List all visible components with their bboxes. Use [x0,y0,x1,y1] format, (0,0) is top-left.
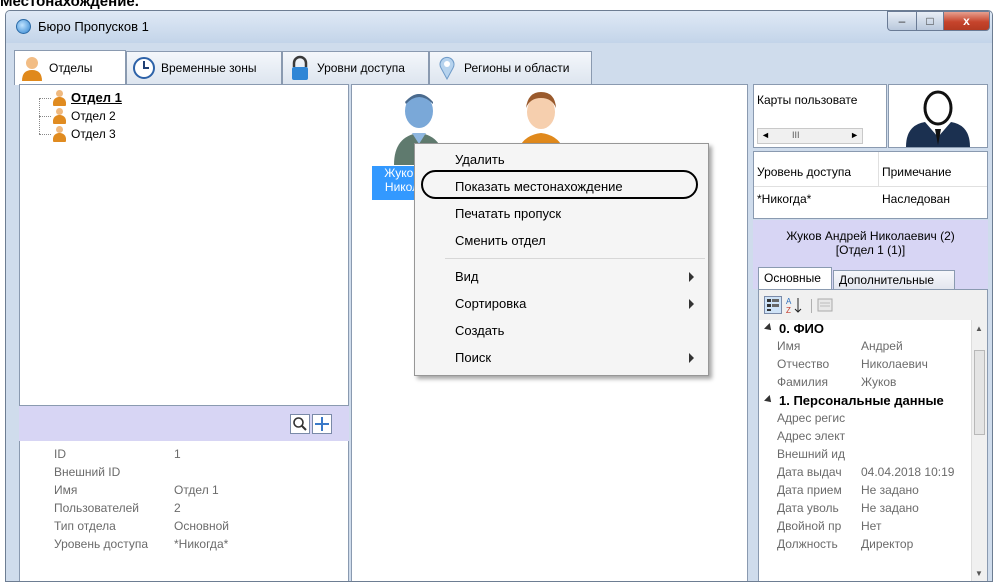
user-photo[interactable] [888,84,988,148]
user-name: Жуков Андрей Николаевич (2) [786,229,955,243]
sort-az-icon: AZ [786,297,802,315]
table-cell: Наследован [882,192,950,206]
search-button[interactable] [290,414,310,434]
menu-item-sort[interactable]: Сортировка [415,291,708,317]
search-icon [293,417,307,431]
tree-line [39,134,51,135]
app-icon [16,19,31,34]
property-pages-button[interactable] [817,297,833,313]
close-button[interactable]: x [943,11,990,31]
minimize-button[interactable]: – [887,11,917,31]
window-title: Бюро Пропусков 1 [38,19,149,34]
scroll-right-icon[interactable]: ► [850,130,859,140]
sort-alphabetical-button[interactable]: AZ [786,296,804,315]
property-grid-body[interactable]: 0. ФИО Имя Андрей Отчество Николаевич Фами… [759,320,971,581]
menu-item-search[interactable]: Поиск [415,345,708,371]
scroll-down-icon[interactable]: ▼ [975,569,983,578]
tree-line [39,116,51,117]
vertical-scrollbar[interactable]: ▲ ▼ [971,320,987,581]
property-row[interactable]: Должность Директор [759,537,967,555]
menu-item-print-pass[interactable]: Печатать пропуск [415,201,708,227]
scroll-thumb[interactable]: III [792,130,800,140]
horizontal-scrollbar[interactable]: ◄ III ► [757,128,863,144]
tab-access-levels[interactable]: Уровни доступа [282,51,429,84]
property-row[interactable]: Адрес регис [759,411,967,429]
tab-time-zones[interactable]: Временные зоны [126,51,282,84]
category-personal-data[interactable]: 1. Персональные данные [759,393,971,411]
property-row[interactable]: Отчество Николаевич [759,357,967,375]
column-header[interactable]: Примечание [882,165,951,179]
user-cards-list[interactable]: Карты пользовате ◄ III ► [753,84,887,148]
clock-icon [131,55,157,81]
table-cell: *Никогда* [757,192,812,206]
tab-additional[interactable]: Дополнительные [833,270,955,289]
maximize-button[interactable]: □ [916,11,944,31]
property-row[interactable]: Имя Андрей [759,339,967,357]
title-bar[interactable]: Бюро Пропусков 1 – □ x [6,11,992,43]
tab-label: Уровни доступа [317,61,405,75]
tab-regions[interactable]: Регионы и области [429,51,592,84]
property-row[interactable]: Внешний ид [759,447,967,465]
submenu-arrow-icon [689,299,694,309]
tab-label: Регионы и области [464,61,570,75]
property-tabs: Основные Дополнительные [753,265,988,289]
tab-label: Временные зоны [161,61,257,75]
person-icon [19,55,45,81]
property-pages-icon [817,298,833,312]
tree-toolbar [19,406,349,441]
department-icon [53,89,66,106]
categorized-view-icon [767,299,779,311]
property-grid: AZ 0. ФИО Имя Андрей Отчество Николаевич Ф… [758,289,988,581]
menu-separator [445,258,705,259]
property-row[interactable]: Дата прием Не задано [759,483,967,501]
tab-label: Отделы [49,61,93,75]
property-row[interactable]: Двойной пр Нет [759,519,967,537]
add-department-button[interactable] [312,414,332,434]
tree-item-label: Отдел 1 [71,90,122,105]
tree-line [39,98,51,99]
padlock-icon [287,55,313,81]
orange-person-icon [519,92,563,148]
tree-item-label: Отдел 2 [71,108,116,123]
menu-item-create[interactable]: Создать [415,318,708,344]
property-row[interactable]: Фамилия Жуков [759,375,967,393]
tree-item-department-1[interactable]: Отдел 1 [53,89,122,106]
menu-item-view[interactable]: Вид [415,264,708,290]
tree-item-department-2[interactable]: Отдел 2 [53,107,116,124]
categorized-view-button[interactable] [764,296,782,314]
highlight-outline [421,170,698,199]
tab-main[interactable]: Основные [758,267,832,289]
property-grid-toolbar: AZ [759,290,987,320]
property-row[interactable]: Адрес элект [759,429,967,447]
plus-icon [315,417,329,431]
category-fio[interactable]: 0. ФИО [759,321,971,339]
submenu-arrow-icon [689,272,694,282]
tree-item-label: Отдел 3 [71,126,116,141]
scroll-up-icon[interactable]: ▲ [975,324,983,333]
employee-avatar-2[interactable] [514,88,569,148]
submenu-arrow-icon [689,353,694,363]
menu-item-change-department[interactable]: Сменить отдел [415,228,708,254]
map-pin-icon [434,55,460,81]
selected-user-title: Жуков Андрей Николаевич (2) [Отдел 1 (1)… [753,220,988,265]
department-icon [53,107,66,124]
scroll-thumb[interactable] [974,350,985,435]
user-photo-placeholder-icon [906,90,970,147]
department-icon [53,125,66,142]
svg-text:A: A [786,297,792,306]
user-department: [Отдел 1 (1)] [835,243,906,257]
cards-header: Карты пользовате [757,93,858,107]
scroll-left-icon[interactable]: ◄ [761,130,770,140]
tree-item-department-3[interactable]: Отдел 3 [53,125,116,142]
department-tree[interactable]: Отдел 1 Отдел 2 Отдел 3 [19,84,349,406]
tab-departments[interactable]: Отделы [14,50,126,85]
svg-text:Z: Z [786,306,791,314]
access-levels-table: Уровень доступа Примечание *Никогда* Нас… [753,151,988,219]
property-row[interactable]: Дата выдач 04.04.2018 10:19 [759,465,967,483]
department-properties: ID 1 Внешний ID Имя Отдел 1 Пользователей 2… [19,441,349,581]
property-row[interactable]: Дата уволь Не задано [759,501,967,519]
column-header[interactable]: Уровень доступа [757,165,851,179]
